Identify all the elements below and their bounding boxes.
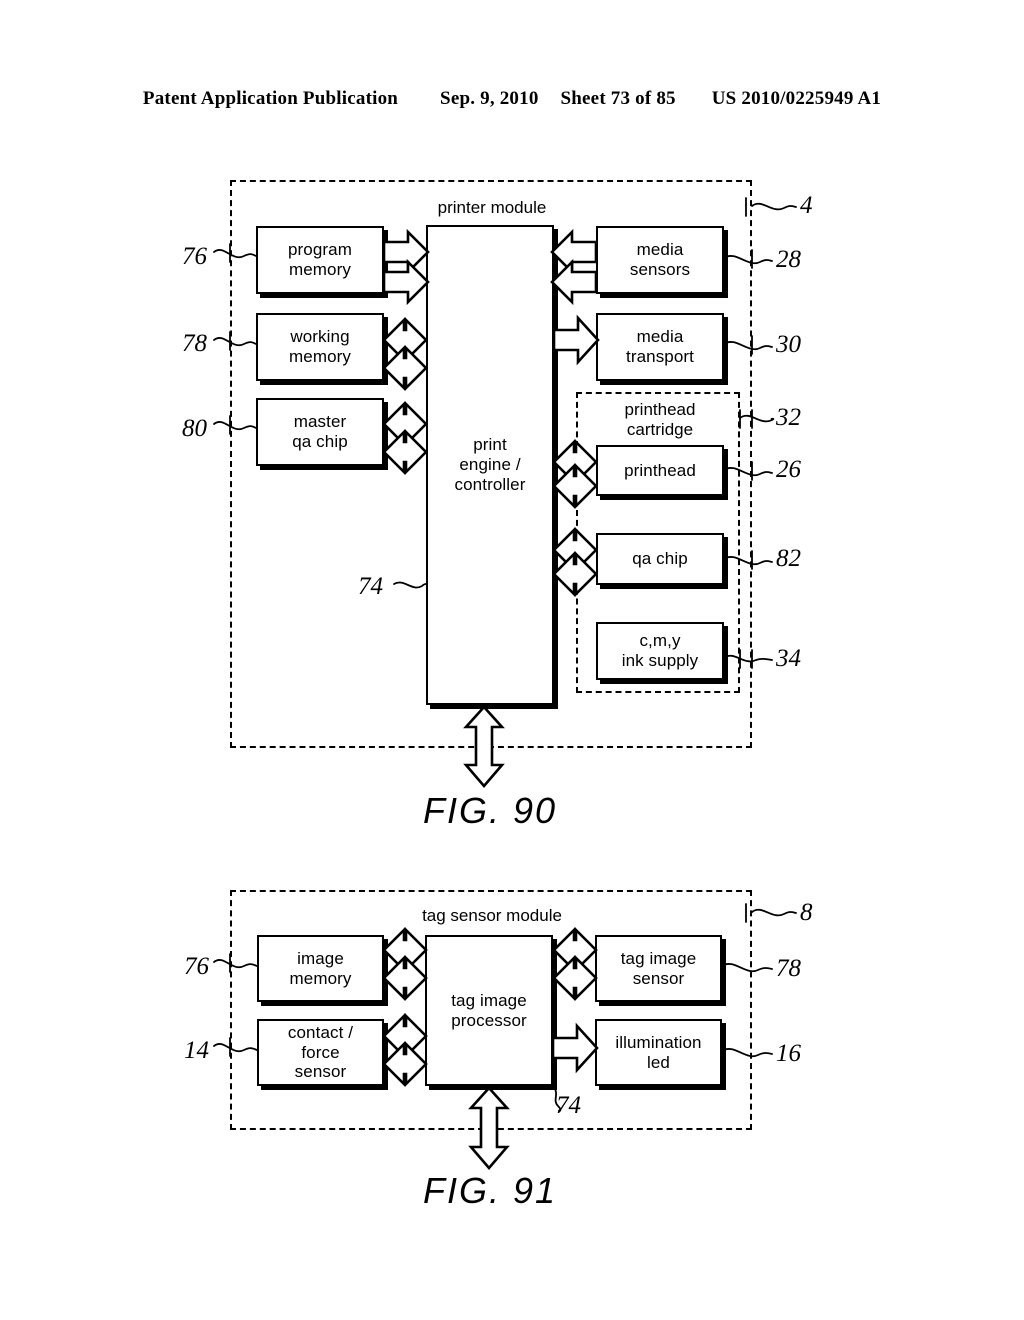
working-memory-label: working memory (289, 327, 351, 366)
contact-force-sensor-label: contact / force sensor (287, 1022, 354, 1082)
printhead-block: printhead (596, 445, 724, 496)
header-sheet: Sheet 73 of 85 (560, 88, 676, 109)
ref-numeral-30: 30 (776, 331, 801, 358)
page-header: Patent Application Publication Sep. 9, 20… (0, 88, 1024, 110)
ref-numeral-f91-8: 8 (800, 899, 813, 926)
cmy-ink-supply-block: c,m,y ink supply (596, 622, 724, 680)
ref-numeral-74: 74 (358, 573, 383, 600)
header-document-number: US 2010/0225949 A1 (711, 88, 882, 109)
printer-module-title: printer module (437, 198, 547, 217)
illumination-led-label: illumination led (615, 1032, 702, 1072)
media-sensors-label: media sensors (629, 240, 691, 279)
qa-chip-label: qa chip (632, 549, 688, 569)
print-engine-controller-label: print engine / controller (454, 435, 526, 494)
ref-numeral-80: 80 (182, 415, 207, 442)
leader-4 (751, 202, 797, 211)
program-memory-label: program memory (287, 240, 352, 279)
qa-chip-block: qa chip (596, 533, 724, 585)
figure-90-caption: FIG. 90 (422, 790, 558, 831)
ref-numeral-4: 4 (800, 192, 813, 219)
ref-numeral-f91-14: 14 (184, 1037, 209, 1064)
ref-numeral-76: 76 (182, 243, 207, 270)
media-transport-label: media transport (626, 327, 694, 366)
program-memory-block: program memory (256, 226, 384, 294)
master-qa-chip-label: master qa chip (292, 412, 348, 451)
tag-image-sensor-block: tag image sensor (595, 935, 722, 1002)
media-transport-block: media transport (596, 313, 724, 381)
print-engine-controller-block: print engine / controller (426, 225, 554, 705)
working-memory-block: working memory (256, 313, 384, 381)
figure-91-caption: FIG. 91 (422, 1170, 558, 1211)
ref-numeral-26: 26 (776, 456, 801, 483)
ref-numeral-f91-74: 74 (556, 1092, 581, 1119)
image-memory-block: image memory (257, 935, 384, 1002)
header-date: Sep. 9, 2010 (440, 88, 539, 109)
image-memory-label: image memory (289, 948, 352, 988)
ref-numeral-f91-16: 16 (776, 1040, 801, 1067)
ref-numeral-28: 28 (776, 246, 801, 273)
leader-f91-8 (751, 908, 797, 917)
cmy-ink-supply-label: c,m,y ink supply (621, 631, 699, 670)
tag-image-processor-label: tag image processor (451, 990, 527, 1030)
tag-sensor-module-title: tag sensor module (422, 906, 562, 925)
ref-numeral-f91-78: 78 (776, 955, 801, 982)
ref-numeral-82: 82 (776, 545, 801, 572)
ref-numeral-f91-76: 76 (184, 953, 209, 980)
media-sensors-block: media sensors (596, 226, 724, 294)
tag-image-sensor-label: tag image sensor (620, 948, 697, 988)
printhead-label: printhead (624, 460, 696, 480)
printhead-cartridge-title: printhead cartridge (624, 400, 696, 439)
ref-numeral-32: 32 (776, 404, 801, 431)
master-qa-chip-block: master qa chip (256, 398, 384, 466)
ref-numeral-78: 78 (182, 330, 207, 357)
tag-image-processor-block: tag image processor (425, 935, 553, 1086)
ref-numeral-34: 34 (776, 645, 801, 672)
header-publication-title: Patent Application Publication (142, 88, 399, 109)
contact-force-sensor-block: contact / force sensor (257, 1019, 384, 1086)
illumination-led-block: illumination led (595, 1019, 722, 1086)
